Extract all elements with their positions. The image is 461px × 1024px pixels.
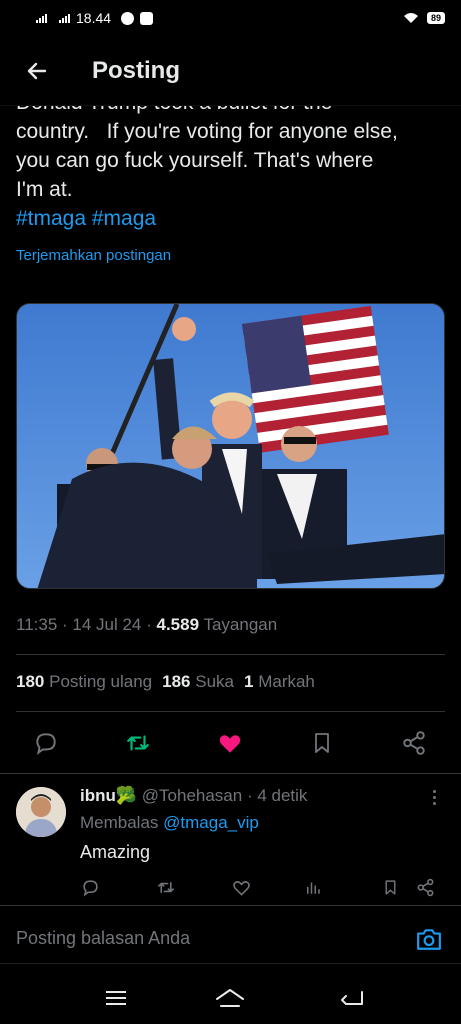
battery-indicator: 89 [426,12,445,24]
bookmark-icon [315,733,329,753]
likes-count: 186 [162,672,191,691]
likes-label: Suka [195,672,234,691]
tweet-text: Donald Trump took a bullet for the count… [16,88,446,233]
reply-text: Amazing [80,842,151,862]
engagement-stats: 180 Posting ulang 186 Suka 1 Markah [16,672,315,692]
back-button[interactable] [22,56,52,86]
arrow-left-icon [27,62,47,79]
bookmarks-count: 1 [244,672,254,691]
retweet-icon [127,735,149,751]
reply-button[interactable] [29,726,63,760]
avatar-image [16,787,66,837]
home-icon [216,989,244,1007]
reply-icon [82,879,98,897]
reply-share-button[interactable] [415,877,435,897]
camera-button[interactable] [415,925,443,953]
bookmark-button[interactable] [305,726,339,760]
heart-icon [219,735,241,753]
reply-header: ibnu🥦 @Tohehasan · 4 detik [80,786,308,805]
camera-icon [417,929,441,950]
tweet-text-line: you can go fuck yourself. That's where [16,149,374,172]
system-nav-bar [0,972,461,1024]
photo-illustration [17,304,444,588]
views-label: Tayangan [203,615,278,634]
recents-button[interactable] [101,984,131,1012]
tweet-text-line: I'm at. [16,178,73,201]
menu-icon [106,991,126,1005]
facebook-icon [140,11,154,25]
divider [0,905,461,906]
tweet-timestamp: 11:35 · 14 Jul 24 · 4.589 Tayangan [16,615,278,634]
reply-action-bar [0,877,461,897]
share-icon [417,878,433,896]
reply-time: 4 detik [257,786,308,805]
divider [16,654,445,655]
views-count: 4.589 [156,615,200,634]
reply-item[interactable]: ibnu🥦 @Tohehasan · 4 detik Membalas @tma… [0,784,461,904]
signal-icon [36,13,47,23]
replying-to-handle[interactable]: @tmaga_vip [163,813,259,832]
back-nav-button[interactable] [337,984,367,1012]
bookmarks-label: Markah [258,672,315,691]
reply-bookmark-button[interactable] [380,877,400,897]
reposts-stat[interactable]: 180 Posting ulang [16,672,152,692]
signal-icon-2 [59,13,70,23]
replying-to: Membalas @tmaga_vip [80,813,259,833]
bookmarks-stat[interactable]: 1 Markah [244,672,315,692]
divider [0,963,461,964]
wifi-icon [403,13,418,23]
home-button[interactable] [215,984,245,1012]
reply-reply-button[interactable] [80,877,100,897]
analytics-icon [307,882,320,894]
retweet-button[interactable] [121,726,155,760]
reply-input[interactable]: Posting balasan Anda [16,928,190,949]
status-bar: 18.44 89 [0,0,461,36]
tweet-date: 14 Jul 24 [72,615,142,634]
back-icon [341,991,363,1005]
page-title: Posting [92,56,180,84]
tweet-photo[interactable] [16,303,445,589]
tweet-text-line: country. If you're voting for anyone els… [16,120,398,143]
reply-composer[interactable]: Posting balasan Anda [0,915,461,963]
notification-icon [121,11,135,25]
retweet-icon [158,881,174,893]
divider [0,773,461,774]
heart-outline-icon [232,880,250,896]
tweet-time: 11:35 [16,615,58,634]
share-icon [403,731,425,755]
bookmark-icon [385,879,395,895]
replying-label: Membalas [80,813,159,832]
top-app-bar: Posting [0,36,461,106]
reply-like-button[interactable] [231,877,251,897]
reply-views-button[interactable] [303,877,323,897]
translate-post-link[interactable]: Terjemahkan postingan [16,247,171,264]
divider [16,711,445,712]
reply-author-name[interactable]: ibnu🥦 [80,786,137,805]
reposts-label: Posting ulang [49,672,153,691]
hashtags-link[interactable]: #tmaga #maga [16,204,446,233]
like-button[interactable] [213,726,247,760]
more-options-icon[interactable] [433,790,439,808]
reply-retweet-button[interactable] [156,877,176,897]
avatar[interactable] [16,787,66,837]
reposts-count: 180 [16,672,45,691]
status-time: 18.44 [76,10,112,26]
reply-author-handle[interactable]: @Tohehasan [142,786,242,805]
share-button[interactable] [397,726,431,760]
tweet-action-bar [0,726,461,760]
likes-stat[interactable]: 186 Suka [162,672,234,692]
reply-icon [36,733,56,756]
